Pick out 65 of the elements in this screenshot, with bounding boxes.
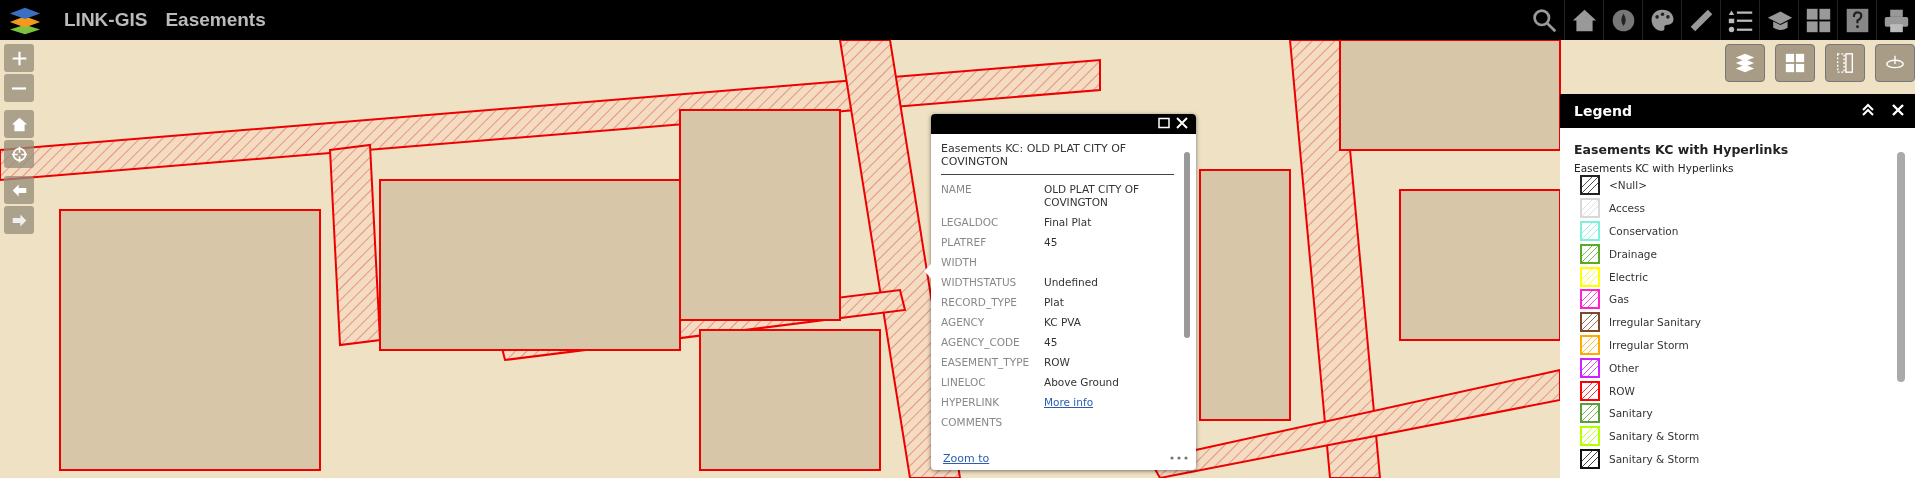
app-title: Easements	[165, 9, 266, 31]
back-button[interactable]	[4, 176, 34, 204]
legend-label: Drainage	[1609, 247, 1657, 260]
legend-label: Electric	[1609, 270, 1648, 283]
app-name: LINK-GIS	[64, 9, 148, 31]
legend-label: Access	[1609, 202, 1645, 215]
split-icon	[1834, 52, 1856, 74]
locate-button[interactable]	[4, 140, 34, 168]
maximize-button[interactable]	[1158, 117, 1172, 131]
zoom-to-link[interactable]: Zoom to	[943, 451, 990, 465]
minus-icon	[12, 86, 26, 90]
field-value: KC PVA	[1044, 316, 1082, 329]
legend-label: Sanitary & Storm	[1609, 430, 1700, 443]
field-label: RECORD_TYPE	[941, 296, 1018, 309]
legend-label: Irregular Sanitary	[1609, 316, 1701, 329]
grid-icon	[1804, 6, 1832, 34]
field-label: LINELOC	[941, 376, 987, 389]
measure-button[interactable]	[1875, 44, 1915, 82]
layers-logo-icon	[8, 5, 42, 35]
more-options-icon[interactable]	[1170, 456, 1188, 460]
house-icon	[10, 115, 28, 133]
field-value: Undefined	[1044, 276, 1099, 289]
legend-label: Conservation	[1609, 225, 1679, 237]
layers-button[interactable]	[1725, 44, 1765, 82]
field-label: HYPERLINK	[941, 396, 1001, 409]
close-button[interactable]	[1176, 117, 1190, 131]
field-label: COMMENTS	[941, 416, 1004, 429]
legend-title: Legend	[1574, 103, 1632, 119]
popup-title: Easements KC: OLD PLAT CITY OF COVINGTON	[941, 142, 1174, 175]
legend-label: Gas	[1609, 293, 1630, 306]
field-value: Final Plat	[1044, 216, 1093, 229]
layers-icon	[1734, 52, 1756, 74]
search-icon	[1531, 6, 1558, 34]
double-chevron-up-icon	[1861, 103, 1875, 117]
field-label: AGENCY	[941, 316, 986, 329]
layer-subtitle: Easements KC with Hyperlinks	[1574, 162, 1735, 174]
field-value: OLD PLAT CITY OF COVINGTON	[1044, 183, 1140, 209]
more-info-link[interactable]: More info	[1044, 396, 1174, 409]
basemap-button[interactable]	[1775, 44, 1815, 82]
close-icon	[1176, 117, 1188, 129]
field-label: WIDTH	[941, 256, 978, 269]
field-value: Plat	[1044, 296, 1065, 309]
field-value: 45	[1044, 236, 1059, 249]
field-value: ROW	[1044, 356, 1071, 369]
field-label: PLATREF	[941, 236, 988, 249]
legend-label: Sanitary & Storm	[1609, 452, 1700, 465]
field-label: NAME	[941, 183, 973, 197]
legend-label: Sanitary	[1609, 407, 1653, 420]
legend-label: <Null>	[1609, 179, 1647, 192]
plus-icon	[10, 49, 28, 67]
field-label: WIDTHSTATUS	[941, 276, 1018, 289]
field-label: LEGALDOC	[941, 216, 1000, 229]
close-icon	[1891, 103, 1905, 117]
field-value: 45	[1044, 336, 1059, 349]
legend-label: Irregular Storm	[1609, 338, 1689, 351]
crosshair-icon	[10, 145, 28, 163]
swipe-button[interactable]	[1825, 44, 1865, 82]
field-label: AGENCY_CODE	[941, 336, 1021, 349]
maximize-icon	[1158, 117, 1170, 129]
grid-icon	[1784, 52, 1806, 74]
legend-label: ROW	[1609, 384, 1635, 397]
field-label: EASEMENT_TYPE	[941, 356, 1031, 369]
field-value: Above Ground	[1044, 376, 1120, 389]
legend-label: Other	[1609, 361, 1639, 374]
layer-title: Easements KC with Hyperlinks	[1574, 142, 1790, 157]
